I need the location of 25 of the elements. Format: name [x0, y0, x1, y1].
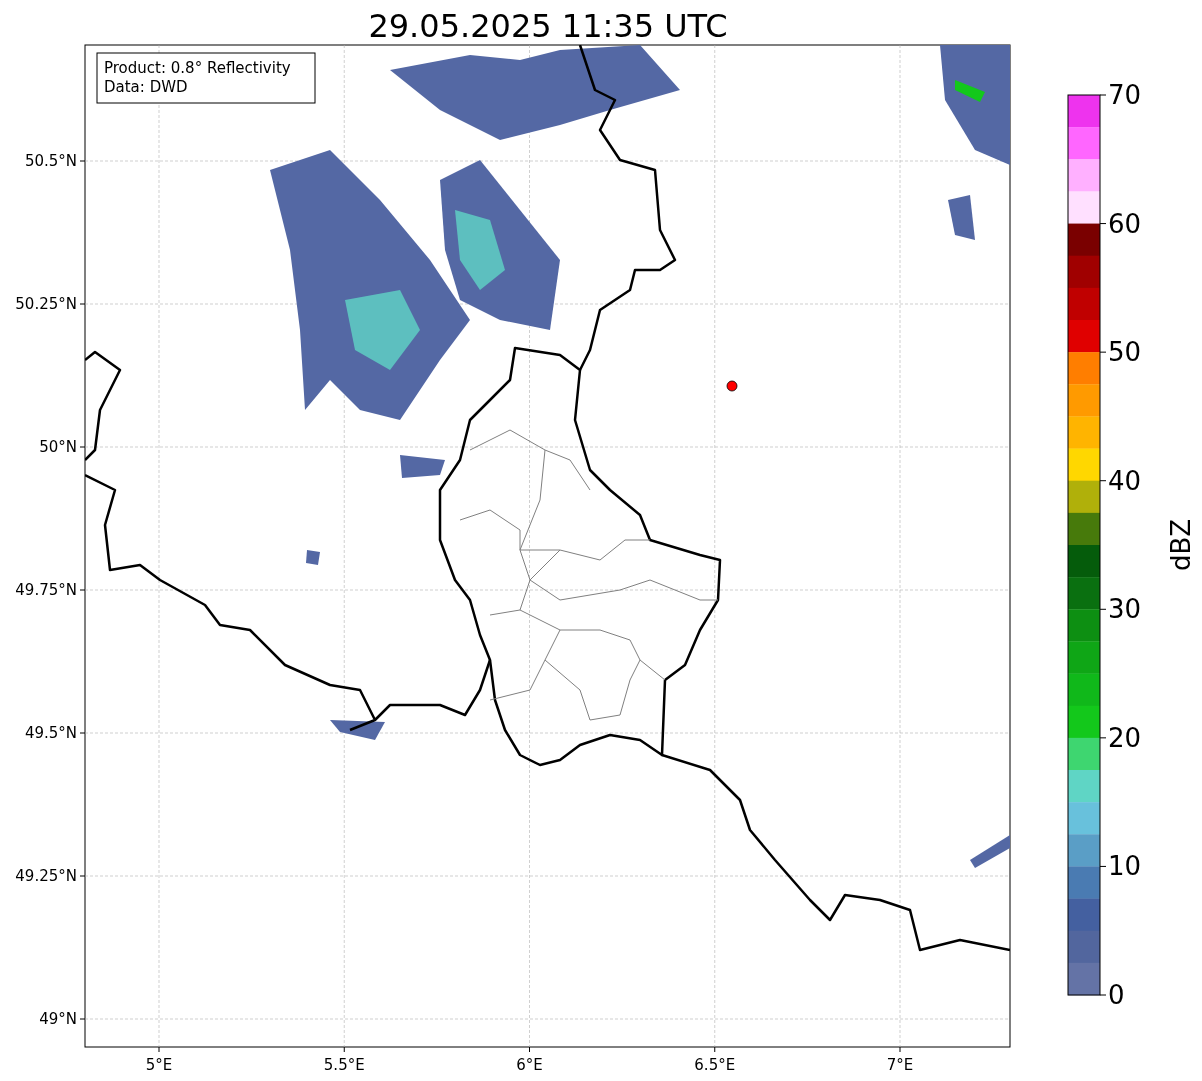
y-tick-label: 49.75°N	[15, 581, 77, 599]
y-tick-label: 49°N	[39, 1010, 77, 1028]
info-text: Product: 0.8° Reflectivity	[104, 59, 291, 77]
colorbar-tick-label: 40	[1108, 465, 1142, 496]
y-tick-label: 49.25°N	[15, 867, 77, 885]
info-text: Data: DWD	[104, 78, 188, 96]
colorbar-tick-label: 70	[1108, 80, 1142, 110]
x-tick-label: 6.5°E	[694, 1056, 736, 1074]
chart-title: 29.05.2025 11:35 UTC	[368, 7, 728, 45]
colorbar-label: dBZ	[1166, 518, 1196, 572]
x-tick-label: 5.5°E	[323, 1056, 365, 1074]
x-tick-label: 5°E	[145, 1056, 173, 1074]
colorbar-tick-label: 30	[1108, 594, 1142, 625]
colorbar-tick-label: 0	[1108, 980, 1125, 1010]
colorbar-tick-label: 10	[1108, 851, 1142, 882]
colorbar-tick-label: 20	[1108, 722, 1142, 753]
colorbar-tick-label: 50	[1108, 337, 1142, 368]
colorbar-tick-label: 60	[1108, 208, 1142, 239]
y-tick-label: 49.5°N	[24, 724, 77, 742]
y-tick-label: 50.5°N	[24, 152, 77, 170]
y-tick-label: 50°N	[39, 438, 77, 456]
y-tick-label: 50.25°N	[15, 295, 77, 313]
x-tick-label: 7°E	[886, 1056, 914, 1074]
location-marker	[726, 380, 738, 392]
x-tick-label: 6°E	[516, 1056, 543, 1074]
